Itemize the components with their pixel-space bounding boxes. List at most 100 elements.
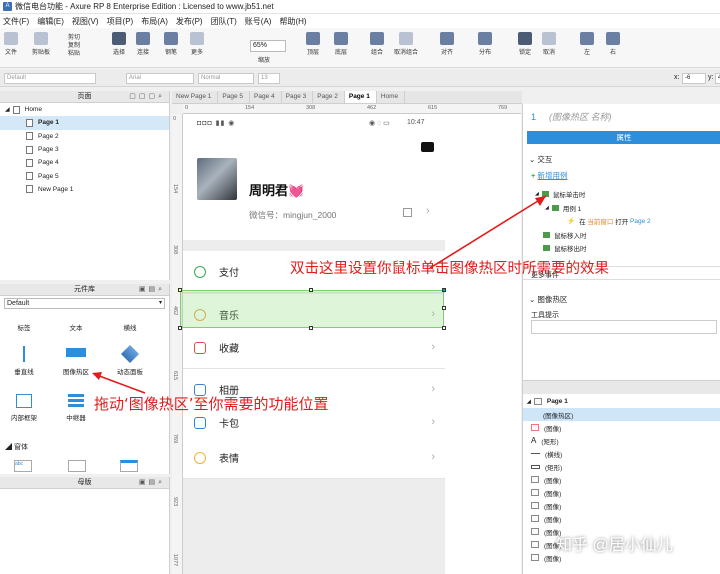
resize-handle[interactable] [442,326,446,330]
library-item-hline[interactable]: 横线 [110,322,150,332]
menu-publish[interactable]: 发布(P) [176,16,203,27]
event-on-click[interactable]: ◢ 鼠标单击时 [535,189,585,199]
zoom-select[interactable]: 65% [250,40,286,52]
textarea-icon[interactable] [68,460,86,472]
outline-item[interactable]: (图像) [531,512,561,525]
resize-handle[interactable] [178,326,182,330]
page-item-5[interactable]: Page 5 [0,169,169,182]
tooltip-input[interactable] [531,320,717,334]
outline-item[interactable]: (图像) [531,499,561,512]
pen-button[interactable]: 钢笔 [164,32,178,56]
tab-page-4[interactable]: Page 4 [250,91,282,103]
x-input[interactable]: -6 [682,73,706,84]
page-item-3[interactable]: Page 3 [0,143,169,156]
font-size-select[interactable]: 13 [258,73,280,84]
ungroup-button[interactable]: 取消组合 [394,32,418,56]
library-item-hotspot[interactable]: 图像热区 [56,346,96,376]
outline-item[interactable]: (矩形) [531,460,562,473]
outline-page[interactable]: ◢ Page 1 [527,395,568,408]
tab-new-page-1[interactable]: New Page 1 [172,91,219,103]
action-open-link[interactable]: ⚡ 在 当前窗口 打开 Page 2 [567,216,651,227]
library-panel-actions-icon[interactable]: ▣▤⌕ [139,284,165,296]
camera-icon[interactable] [421,142,434,152]
tab-page-2[interactable]: Page 2 [313,91,345,103]
group-button[interactable]: 组合 [370,32,384,56]
copy-button[interactable]: 复制 [68,42,80,50]
menu-account[interactable]: 账号(A) [245,16,272,27]
tab-page-3[interactable]: Page 3 [282,91,314,103]
menu-view[interactable]: 视图(V) [72,16,99,27]
outline-item[interactable]: (图像) [531,421,561,434]
menu-file[interactable]: 文件(F) [3,16,29,27]
new-case-link[interactable]: + 新增用例 [531,170,567,181]
menu-arrange[interactable]: 布局(A) [141,16,168,27]
tab-page-1[interactable]: Page 1 [344,91,377,103]
font-select[interactable]: Arial [126,73,194,84]
menu-edit[interactable]: 编辑(E) [37,16,64,27]
file-button[interactable]: 文件 [4,32,18,56]
align-button[interactable]: 对齐 [440,32,454,56]
tab-page-5[interactable]: Page 5 [218,91,251,103]
group-icon [370,32,384,45]
library-item-dynamic-panel[interactable]: 动态面板 [110,344,150,376]
qr-code-icon[interactable] [403,208,412,217]
tab-home[interactable]: Home [377,91,406,103]
menu-project[interactable]: 项目(P) [107,16,134,27]
menu-help[interactable]: 帮助(H) [279,16,306,27]
select-button[interactable]: 选择 [112,32,126,56]
page-tree-root[interactable]: ◢ Home [0,103,169,116]
unlock-button[interactable]: 取消 [542,32,556,56]
case-item[interactable]: ◢ 用例 1 [545,203,581,213]
textfield-icon[interactable]: abc [14,460,32,472]
page-item-2[interactable]: Page 2 [0,130,169,143]
resize-handle[interactable] [178,288,182,292]
page-item-new-1[interactable]: New Page 1 [0,183,169,196]
menu-row-favorites[interactable]: 收藏 › [183,327,445,369]
resize-handle[interactable] [442,288,446,292]
outline-item[interactable]: (图像) [531,473,561,486]
connect-button[interactable]: 连接 [136,32,150,56]
library-item-text[interactable]: 文本 [56,322,96,332]
library-item-vline[interactable]: 垂直线 [4,346,44,376]
lock-button[interactable]: 锁定 [518,32,532,56]
menu-team[interactable]: 团队(T) [211,16,237,27]
event-mouse-leave[interactable]: 鼠标移出时 [543,243,587,253]
bring-front-button[interactable]: 顶层 [306,32,320,56]
style-select[interactable]: Default [4,73,96,84]
weight-select[interactable]: Normal [198,73,254,84]
menu-row-stickers[interactable]: 表情 › [183,437,445,479]
y-input[interactable]: 4 [715,73,720,84]
library-item-repeater[interactable]: 中继器 [56,394,96,422]
masters-panel-actions-icon[interactable]: ▣▤⌕ [139,477,165,489]
more-button[interactable]: 更多 [190,32,204,56]
resize-handle[interactable] [309,288,313,292]
page-item-4[interactable]: Page 4 [0,156,169,169]
resize-handle[interactable] [442,306,446,310]
section-interaction[interactable]: ⌄ 交互 [529,154,552,165]
outline-item-hotspot[interactable]: (图像热区) [523,408,720,421]
clipboard-button[interactable]: 剪贴板 [32,32,50,56]
section-hotspot[interactable]: ⌄ 图像热区 [529,294,567,305]
send-back-button[interactable]: 底层 [334,32,348,56]
right-button[interactable]: 右 [606,32,620,56]
library-item-iframe[interactable]: 内部框架 [4,394,44,422]
page-item-1[interactable]: Page 1 [0,116,169,130]
chevron-right-icon: › [431,341,435,353]
outline-item[interactable]: (图像) [531,486,561,499]
resize-handle[interactable] [309,326,313,330]
image-hotspot-widget[interactable] [178,288,446,330]
outline-item[interactable]: A (矩形) [531,434,559,447]
widget-name-input[interactable]: (图像热区 名称) [549,110,717,123]
outline-item[interactable]: (横线) [531,447,562,460]
pages-panel-actions-icon[interactable]: ▢▢▢⌕ [129,91,165,103]
event-mouse-enter[interactable]: 鼠标移入时 [543,230,587,240]
distribute-button[interactable]: 分布 [478,32,492,56]
left-button[interactable]: 左 [580,32,594,56]
library-section-forms[interactable]: ◢ 窗体 [5,442,28,452]
droplist-icon[interactable] [120,460,138,472]
paste-button[interactable]: 粘贴 [68,50,80,58]
tab-properties[interactable]: 属性 [527,131,720,144]
cut-button[interactable]: 剪切 [68,34,80,42]
library-select[interactable]: Default ▾ [4,298,165,309]
library-item-label[interactable]: 标签 [4,322,44,332]
